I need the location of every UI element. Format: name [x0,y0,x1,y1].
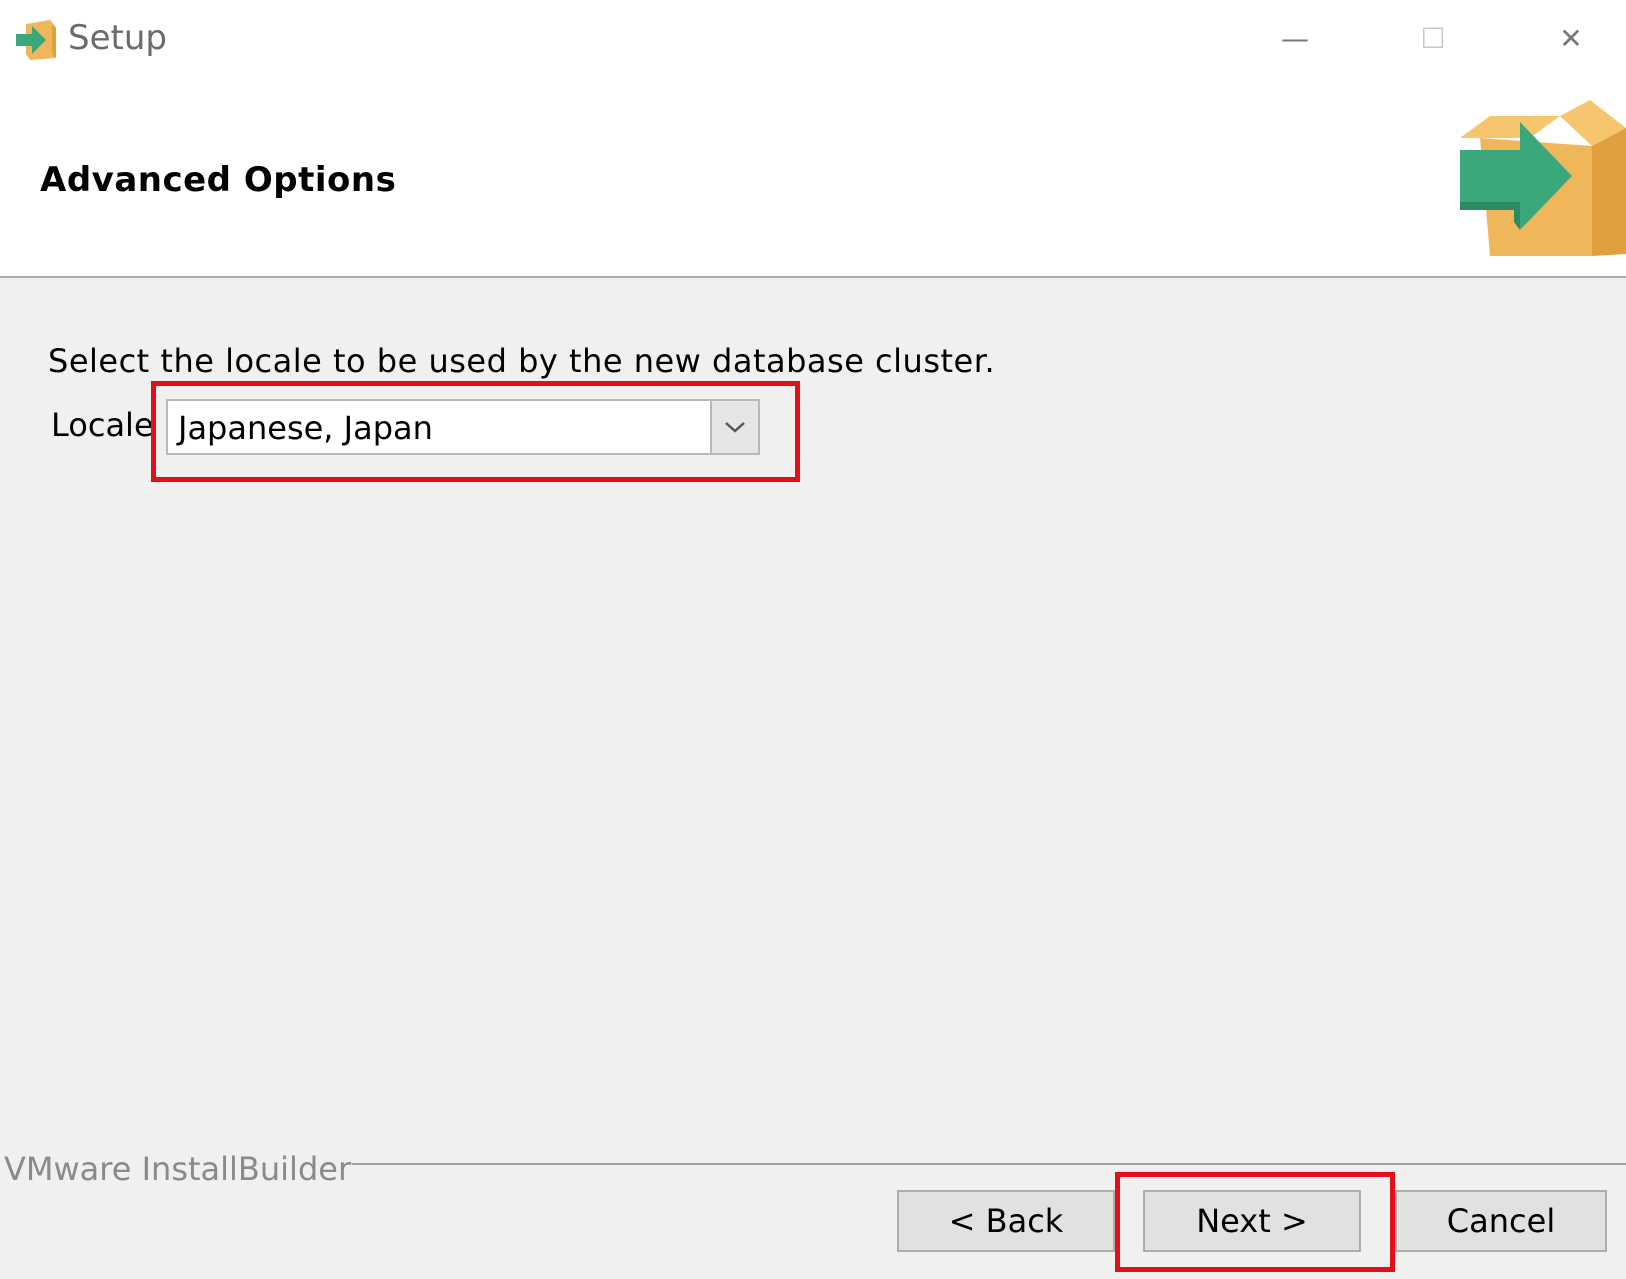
cancel-button[interactable]: Cancel [1395,1190,1607,1252]
installer-brand-label: VMware InstallBuilder [4,1150,352,1188]
maximize-icon: ☐ [1420,21,1446,55]
title-bar: Setup — ☐ ✕ [0,0,1626,80]
minimize-button[interactable]: — [1240,0,1350,76]
wizard-header: Advanced Options [0,80,1626,278]
dropdown-arrow-button[interactable] [710,401,758,453]
next-button[interactable]: Next > [1143,1190,1361,1252]
chevron-down-icon [725,422,745,433]
close-icon: ✕ [1559,21,1583,55]
page-title: Advanced Options [40,160,397,200]
locale-selected-value: Japanese, Japan [178,409,433,447]
back-button[interactable]: < Back [897,1190,1115,1252]
locale-label: Locale [51,406,154,444]
locale-description: Select the locale to be used by the new … [48,342,996,380]
installer-app-icon [16,20,56,60]
locale-dropdown[interactable]: Japanese, Japan [166,399,760,455]
minimize-icon: — [1281,21,1309,55]
maximize-button[interactable]: ☐ [1378,0,1488,76]
close-button[interactable]: ✕ [1516,0,1626,76]
installer-box-arrow-icon [1460,100,1626,256]
footer-divider [352,1163,1626,1165]
window-title: Setup [68,18,167,58]
